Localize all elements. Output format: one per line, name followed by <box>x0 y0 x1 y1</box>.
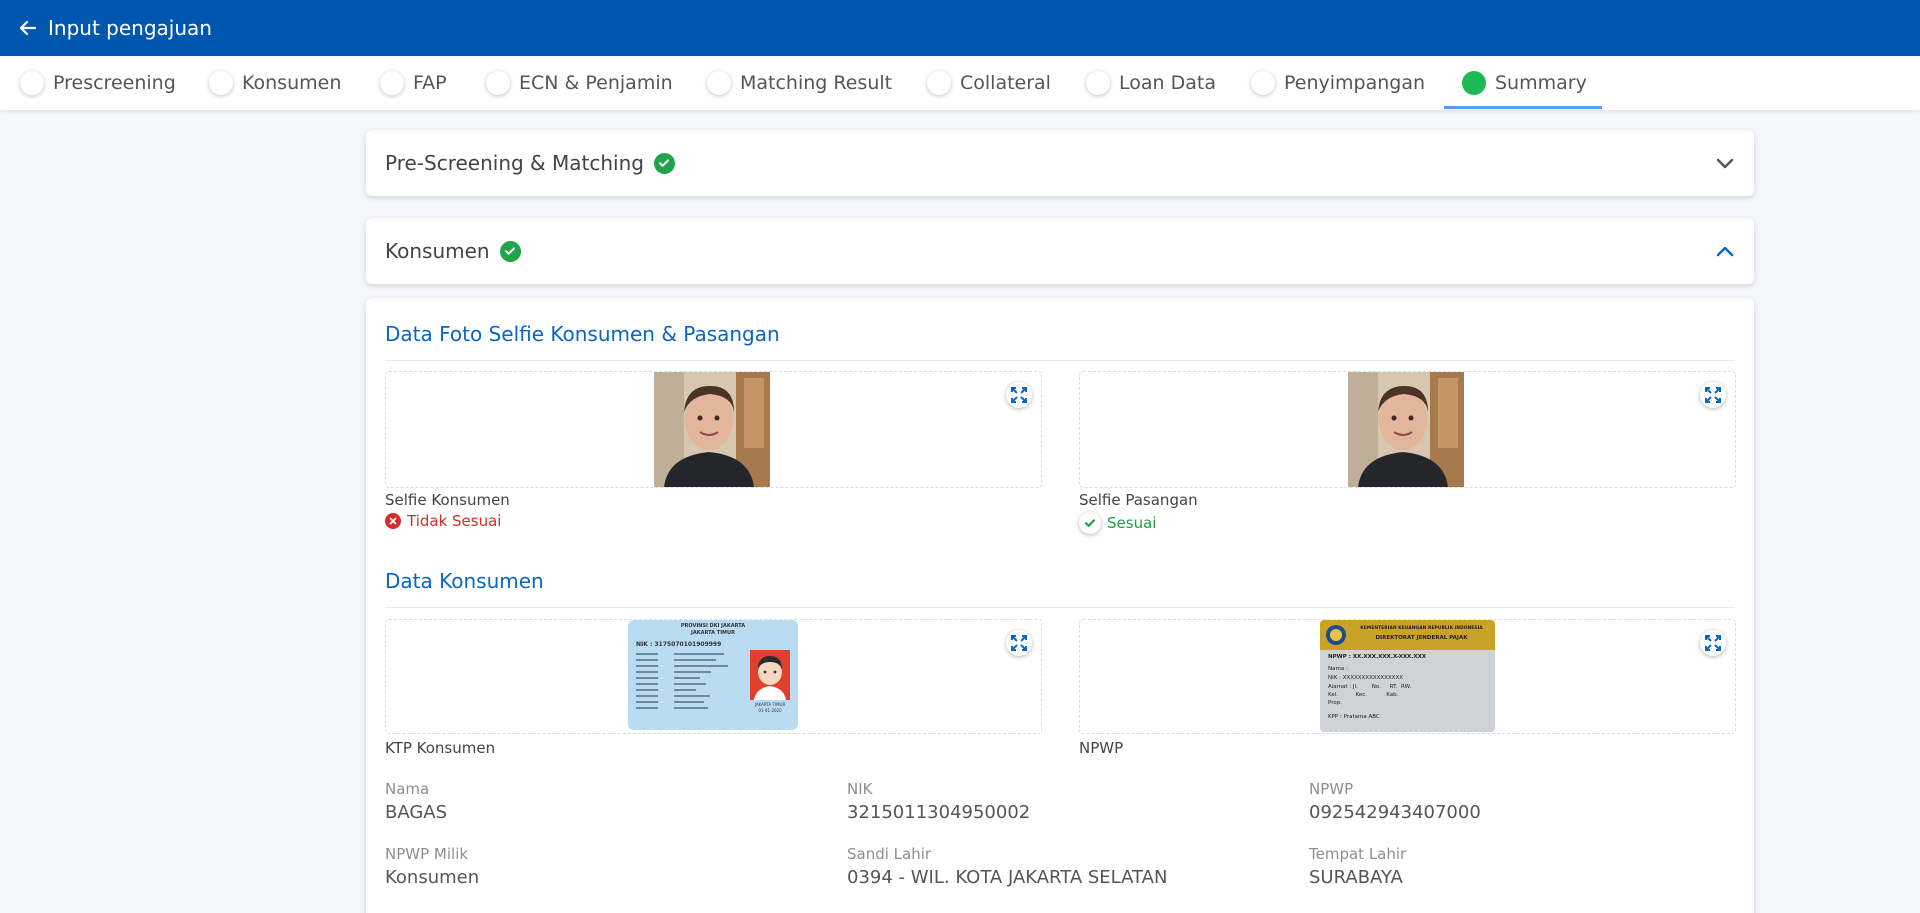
accordion-title: Pre-Screening & Matching <box>385 151 644 175</box>
step-complete-icon <box>1462 71 1486 95</box>
back-arrow-icon[interactable] <box>16 16 40 40</box>
accordion-prescreening[interactable]: Pre-Screening & Matching <box>366 130 1754 196</box>
npwp-name: Nama : <box>1328 666 1348 672</box>
tab-label: Summary <box>1495 72 1587 94</box>
npwp-address: Alamat : Jl. No. RT. RW. <box>1328 684 1412 690</box>
expand-icon[interactable] <box>1006 382 1032 408</box>
divider <box>385 607 1735 608</box>
field-label-nik: NIK <box>847 780 873 798</box>
selfie-section-title: Data Foto Selfie Konsumen & Pasangan <box>385 322 780 346</box>
konsumen-content: Data Foto Selfie Konsumen & Pasangan Sel… <box>366 298 1754 913</box>
tab-ecn-penjamin[interactable]: ECN & Penjamin <box>486 56 673 110</box>
expand-icon[interactable] <box>1700 382 1726 408</box>
tab-penyimpangan[interactable]: Penyimpangan <box>1251 56 1425 110</box>
step-indicator-icon <box>927 71 951 95</box>
ktp-city: JAKARTA TIMUR <box>691 630 735 636</box>
expand-icon[interactable] <box>1700 630 1726 656</box>
active-tab-indicator <box>1444 106 1602 109</box>
step-indicator-icon <box>209 71 233 95</box>
step-indicator-icon <box>1086 71 1110 95</box>
tab-label: Collateral <box>960 72 1051 94</box>
ktp-province: PROVINSI DKI JAKARTA <box>680 623 746 629</box>
field-value-npwp-milik: Konsumen <box>385 867 480 888</box>
selfie-consumer-caption: Selfie Konsumen <box>385 491 510 509</box>
selfie-spouse-status: Sesuai <box>1079 512 1156 534</box>
tab-label: FAP <box>413 72 447 94</box>
tab-label: Konsumen <box>242 72 342 94</box>
field-value-npwp: 092542943407000 <box>1309 802 1481 823</box>
npwp-kpp: KPP : Pratama ABC <box>1328 714 1380 720</box>
emblem-icon <box>1326 625 1346 645</box>
page-title: Input pengajuan <box>48 16 212 40</box>
selfie-spouse-caption: Selfie Pasangan <box>1079 491 1198 509</box>
field-label-nama: Nama <box>385 780 430 798</box>
npwp-kel: Kel. Kec. Kab. <box>1328 692 1399 698</box>
chevron-up-icon[interactable] <box>1714 240 1736 262</box>
divider <box>385 360 1735 361</box>
selfie-consumer-photo[interactable] <box>654 372 770 487</box>
selfie-spouse-box <box>1079 371 1736 488</box>
field-value-tempat-lahir: SURABAYA <box>1309 867 1403 888</box>
check-circle-icon <box>653 152 675 174</box>
selfie-consumer-box <box>385 371 1042 488</box>
ktp-detail-lines <box>636 653 728 709</box>
tab-konsumen[interactable]: Konsumen <box>209 56 341 110</box>
step-indicator-icon <box>707 71 731 95</box>
npwp-prop: Prop. <box>1328 700 1342 706</box>
npwp-card-image[interactable]: KEMENTERIAN KEUANGAN REPUBLIK INDONESIA … <box>1320 620 1495 732</box>
step-indicator-icon <box>20 71 44 95</box>
consumer-section-title: Data Konsumen <box>385 569 544 593</box>
tab-label: Matching Result <box>740 72 893 94</box>
accordion-title: Konsumen <box>385 239 490 263</box>
npwp-caption: NPWP <box>1079 739 1124 757</box>
field-label-tempat-lahir: Tempat Lahir <box>1309 845 1407 863</box>
ktp-nik: NIK : 3175070101909999 <box>636 641 722 648</box>
ktp-caption: KTP Konsumen <box>385 739 496 757</box>
chevron-down-icon[interactable] <box>1714 152 1736 174</box>
tab-collateral[interactable]: Collateral <box>927 56 1051 110</box>
check-icon <box>1079 512 1101 534</box>
tab-label: Penyimpangan <box>1284 72 1426 94</box>
ktp-card-image[interactable]: PROVINSI DKI JAKARTA JAKARTA TIMUR NIK :… <box>628 620 798 730</box>
tab-fap[interactable]: FAP <box>380 56 447 110</box>
expand-icon[interactable] <box>1006 630 1032 656</box>
tab-label: Loan Data <box>1119 72 1216 94</box>
npwp-nik: NIK : XXXXXXXXXXXXXXXX <box>1328 675 1403 681</box>
ktp-footer-city: JAKARTA TIMUR <box>754 702 786 707</box>
tab-loan-data[interactable]: Loan Data <box>1086 56 1216 110</box>
status-text: Tidak Sesuai <box>407 512 502 530</box>
tab-prescreening[interactable]: Prescreening <box>20 56 176 110</box>
selfie-spouse-photo[interactable] <box>1348 372 1464 487</box>
tab-summary[interactable]: Summary <box>1462 56 1587 110</box>
npwp-number: NPWP : XX.XXX.XXX.X-XXX.XXX <box>1328 654 1427 660</box>
step-indicator-icon <box>1251 71 1275 95</box>
step-indicator-icon <box>486 71 510 95</box>
npwp-header-2: DIREKTORAT JENDERAL PAJAK <box>1375 635 1468 641</box>
step-indicator-icon <box>380 71 404 95</box>
ktp-footer-date: 01-01-2020 <box>758 708 782 713</box>
step-tabs: Prescreening Konsumen FAP ECN & Penjamin… <box>0 56 1920 110</box>
field-label-npwp-milik: NPWP Milik <box>385 845 469 863</box>
npwp-box: KEMENTERIAN KEUANGAN REPUBLIK INDONESIA … <box>1079 619 1736 734</box>
field-value-nama: BAGAS <box>385 802 448 823</box>
tab-label: ECN & Penjamin <box>519 72 673 94</box>
app-header: Input pengajuan <box>0 0 1920 56</box>
ktp-portrait <box>750 650 790 700</box>
field-label-npwp: NPWP <box>1309 780 1354 798</box>
field-value-nik: 3215011304950002 <box>847 802 1031 823</box>
tab-matching-result[interactable]: Matching Result <box>707 56 892 110</box>
selfie-consumer-status: Tidak Sesuai <box>385 512 501 530</box>
accordion-konsumen[interactable]: Konsumen <box>366 218 1754 284</box>
ktp-box: PROVINSI DKI JAKARTA JAKARTA TIMUR NIK :… <box>385 619 1042 734</box>
x-circle-icon <box>385 513 401 529</box>
field-label-sandi-lahir: Sandi Lahir <box>847 845 932 863</box>
npwp-header-1: KEMENTERIAN KEUANGAN REPUBLIK INDONESIA <box>1360 626 1483 631</box>
check-circle-icon <box>499 240 521 262</box>
status-text: Sesuai <box>1107 514 1157 532</box>
tab-label: Prescreening <box>53 72 176 94</box>
field-value-sandi-lahir: 0394 - WIL. KOTA JAKARTA SELATAN <box>847 867 1168 888</box>
